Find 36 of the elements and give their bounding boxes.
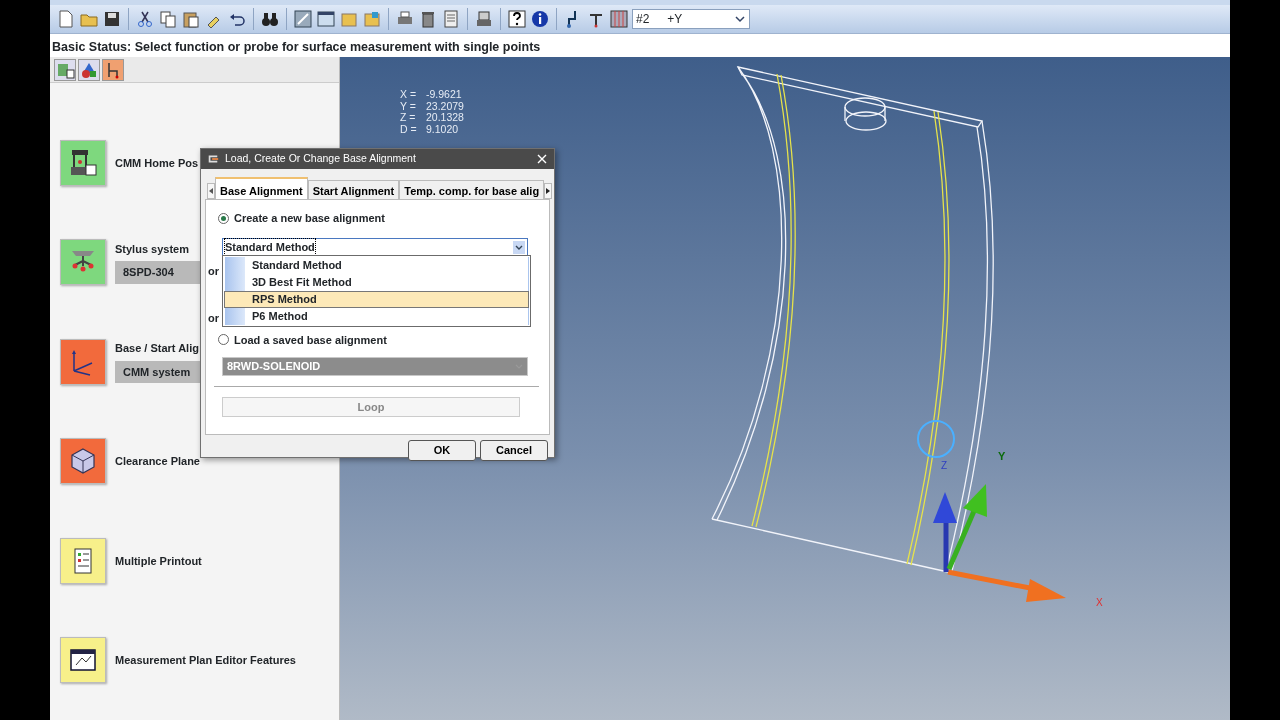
or-label: or <box>208 310 220 324</box>
tab[interactable]: Start Alignment <box>307 180 400 199</box>
z-axis-label: Z <box>941 460 948 471</box>
tab[interactable]: Temp. comp. for base alig <box>399 180 545 199</box>
probe-number: #2 <box>636 11 650 28</box>
y-axis-label: Y <box>998 450 1006 462</box>
option-label: Create a new base alignment <box>234 211 385 226</box>
dropdown-value: 8RWD-SOLENOID <box>227 359 321 375</box>
coordinate-value: -9.9621 <box>426 88 462 100</box>
function-label: Stylus system <box>115 241 190 257</box>
dialog-button[interactable]: OK <box>408 440 476 461</box>
function-label: Base / Start Alig <box>115 341 200 357</box>
dropdown-value: Standard Method <box>225 238 315 256</box>
coordinate-label: D = <box>400 123 418 135</box>
x-axis-label: X <box>1096 597 1103 608</box>
dialog-button[interactable]: Cancel <box>480 440 548 461</box>
coordinate-value: 20.1328 <box>426 111 464 123</box>
dialog-title: Load, Create Or Change Base Alignment <box>225 151 416 167</box>
function-label: Clearance Plane <box>115 454 200 469</box>
coordinate-label: Y = <box>400 100 417 112</box>
coordinate-label: Z = <box>400 112 417 124</box>
function-label: Measurement Plan Editor Features <box>115 653 296 668</box>
function-label: CMM Home Pos <box>115 155 199 171</box>
dropdown-option[interactable]: P6 Method <box>224 308 529 325</box>
direction-value: +Y <box>667 11 683 28</box>
tab[interactable]: Base Alignment <box>215 177 308 199</box>
probe-direction-dropdown[interactable]: #2 +Y <box>632 9 750 29</box>
dropdown-option[interactable]: Standard Method <box>224 257 529 274</box>
option-label: Load a saved base alignment <box>234 332 387 348</box>
coordinate-value: 23.2079 <box>426 99 464 112</box>
dropdown-option[interactable]: RPS Method <box>224 291 529 308</box>
function-label: Multiple Printout <box>115 553 202 569</box>
coordinate-label: X = <box>400 89 418 101</box>
dropdown-option[interactable]: 3D Best Fit Method <box>224 274 529 291</box>
coordinate-value: 9.1020 <box>426 122 459 135</box>
or-label: or <box>208 263 220 277</box>
